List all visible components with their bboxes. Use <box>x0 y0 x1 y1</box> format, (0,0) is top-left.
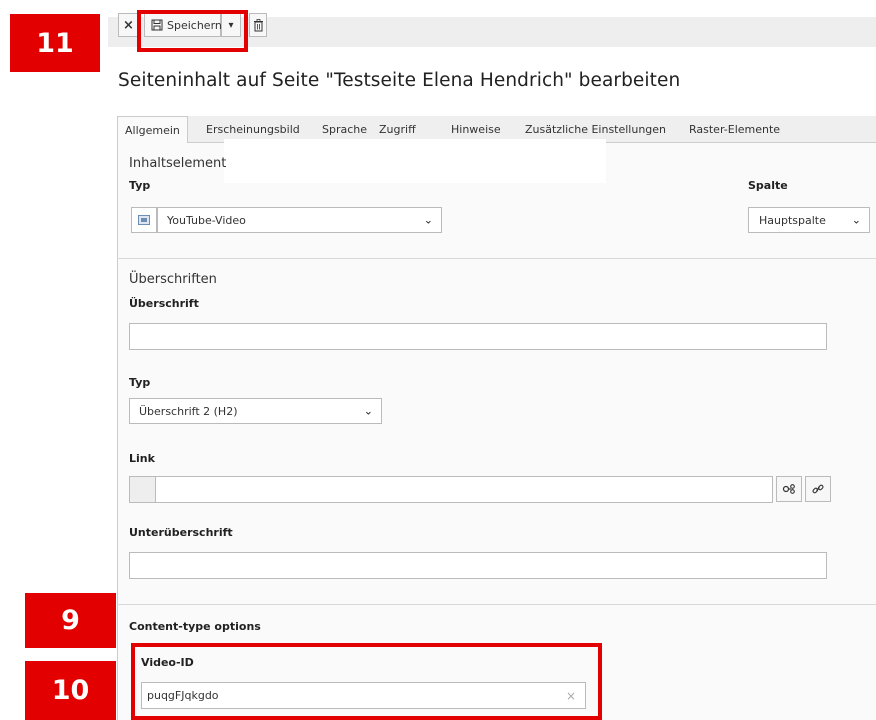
section-divider <box>117 604 876 605</box>
headline-input[interactable] <box>129 323 827 350</box>
subheadline-label: Unterüberschrift <box>129 526 233 539</box>
column-select-value: Hauptspalte <box>759 213 826 227</box>
annotation-marker-9: 9 <box>25 593 116 648</box>
chain-link-icon <box>812 483 824 495</box>
content-type-icon <box>131 207 157 233</box>
chevron-down-icon: ⌄ <box>423 213 433 227</box>
subheadline-input[interactable] <box>129 552 827 579</box>
tab-allgemein[interactable]: Allgemein <box>117 116 188 144</box>
annotation-marker-11: 11 <box>10 14 100 72</box>
section-title-headlines: Überschriften <box>129 272 217 287</box>
chevron-down-icon: ⌄ <box>851 213 861 227</box>
delete-button[interactable] <box>249 13 267 37</box>
highlight-box-video-id <box>131 643 602 720</box>
highlight-box-save <box>137 10 248 52</box>
chevron-down-icon: ⌄ <box>363 404 373 418</box>
headline-type-label: Typ <box>129 376 151 389</box>
headline-type-select[interactable]: Überschrift 2 (H2) ⌄ <box>129 398 382 424</box>
section-title-content-type-options: Content-type options <box>129 620 261 633</box>
link-label: Link <box>129 452 155 465</box>
annotation-marker-10: 10 <box>25 661 116 720</box>
content-type-select-value: YouTube-Video <box>167 213 246 227</box>
headline-type-select-value: Überschrift 2 (H2) <box>139 404 238 418</box>
content-type-select[interactable]: YouTube-Video ⌄ <box>157 207 442 233</box>
tab-raster-elemente[interactable]: Raster-Elemente <box>689 116 780 143</box>
close-icon: × <box>123 17 134 33</box>
link-browser-icon <box>782 483 796 495</box>
link-browser-button[interactable] <box>776 476 802 502</box>
redacted-area <box>224 139 606 183</box>
column-select[interactable]: Hauptspalte ⌄ <box>748 207 870 233</box>
link-input[interactable] <box>155 476 773 503</box>
type-label: Typ <box>129 179 151 192</box>
trash-icon <box>253 18 264 32</box>
column-label: Spalte <box>748 179 788 192</box>
section-title-content-element: Inhaltselement <box>129 156 227 171</box>
headline-label: Überschrift <box>129 297 199 310</box>
close-button[interactable]: × <box>118 13 139 37</box>
section-divider <box>117 258 876 259</box>
link-wizard-button[interactable] <box>805 476 831 502</box>
link-prefix-addon <box>129 476 156 503</box>
page-title: Seiteninhalt auf Seite "Testseite Elena … <box>118 70 681 91</box>
